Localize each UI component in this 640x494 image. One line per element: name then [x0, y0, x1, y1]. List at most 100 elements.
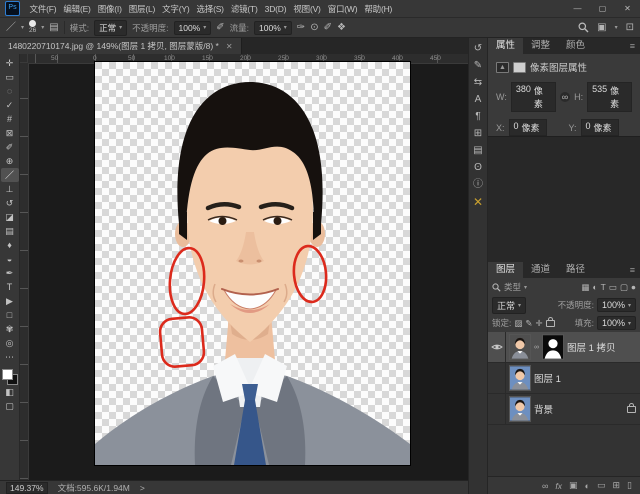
new-layer-icon[interactable]: ⊞: [613, 480, 621, 491]
panel-menu-icon[interactable]: ≡: [625, 38, 640, 54]
brush-settings-toggle-icon[interactable]: ▤: [49, 23, 58, 33]
menu-item-file[interactable]: 文件(F): [26, 3, 60, 15]
layer-style-icon[interactable]: fx: [555, 481, 562, 491]
layer-name[interactable]: 图层 1: [534, 371, 561, 385]
menu-item-help[interactable]: 帮助(H): [361, 3, 396, 15]
gradient-tool[interactable]: ▤: [1, 224, 19, 238]
new-group-icon[interactable]: ▭: [597, 480, 606, 491]
tab-properties[interactable]: 属性: [488, 38, 523, 54]
chevron-down-icon[interactable]: ▾: [21, 24, 24, 31]
clone-source-panel-icon[interactable]: ⇆: [474, 77, 482, 89]
paragraph-panel-icon[interactable]: ¶: [475, 111, 480, 123]
menu-item-3d[interactable]: 3D(D): [261, 4, 290, 14]
info-panel-icon[interactable]: ⓘ: [473, 179, 483, 191]
menu-item-layer[interactable]: 图层(L): [125, 3, 158, 15]
delete-layer-icon[interactable]: ▯: [627, 480, 632, 491]
mask-link-icon[interactable]: ∞: [534, 344, 539, 351]
layer-thumbnail[interactable]: [510, 397, 530, 421]
brush-angle-icon[interactable]: ⊙: [310, 23, 318, 33]
menu-item-edit[interactable]: 编辑(E): [60, 3, 94, 15]
panel-menu-icon[interactable]: ≡: [625, 262, 640, 278]
spot-healing-brush-tool[interactable]: ⊕: [1, 154, 19, 168]
clone-stamp-tool[interactable]: ⊥: [1, 182, 19, 196]
y-field[interactable]: 0 像素: [581, 119, 619, 136]
quick-selection-tool[interactable]: ✓: [1, 98, 19, 112]
tab-channels[interactable]: 通道: [523, 262, 558, 278]
glyphs-panel-icon[interactable]: ⊞: [474, 128, 482, 140]
blur-tool[interactable]: ♦: [1, 238, 19, 252]
minimize-button[interactable]: —: [565, 0, 590, 17]
maximize-button[interactable]: ▢: [590, 0, 615, 17]
menu-item-type[interactable]: 文字(Y): [159, 3, 193, 15]
document-tab[interactable]: 1480220710174.jpg @ 149%(图层 1 拷贝, 图层蒙版/8…: [0, 38, 242, 54]
lock-position-icon[interactable]: ✛: [536, 318, 543, 329]
layer-thumbnail[interactable]: [510, 335, 530, 359]
eyedropper-tool[interactable]: ✐: [1, 140, 19, 154]
close-icon[interactable]: ✕: [226, 42, 233, 51]
close-button[interactable]: ✕: [615, 0, 640, 17]
visibility-cell[interactable]: [488, 394, 506, 424]
layer-row-layer1[interactable]: 图层 1: [488, 363, 640, 394]
width-field[interactable]: 380 像素: [511, 82, 556, 112]
pressure-size-icon[interactable]: ✐: [324, 23, 332, 33]
height-field[interactable]: 535 像素: [587, 82, 632, 112]
libraries-panel-icon[interactable]: ▤: [473, 145, 482, 157]
rectangular-marquee-tool[interactable]: ▭: [1, 70, 19, 84]
menu-item-view[interactable]: 视图(V): [290, 3, 324, 15]
gold-x-plugin-icon[interactable]: ✕: [473, 196, 483, 208]
layer-thumbnail[interactable]: [510, 366, 530, 390]
crop-tool[interactable]: #: [1, 112, 19, 126]
layer-mask-thumbnail[interactable]: [543, 335, 563, 359]
menu-item-filter[interactable]: 滤镜(T): [227, 3, 261, 15]
tab-adjustments[interactable]: 调整: [523, 38, 558, 54]
layer-blend-mode-select[interactable]: 正常 ▾: [492, 297, 526, 314]
symmetry-icon[interactable]: ❖: [337, 23, 346, 33]
lasso-tool[interactable]: ◌: [1, 84, 19, 98]
visibility-cell[interactable]: [488, 363, 506, 393]
color-swatches[interactable]: [2, 369, 18, 385]
brush-tool[interactable]: ／: [1, 168, 19, 182]
frame-tool[interactable]: ⊠: [1, 126, 19, 140]
menu-item-window[interactable]: 窗口(W): [324, 3, 361, 15]
filter-type-layers-icon[interactable]: T: [601, 282, 606, 292]
blend-mode-select[interactable]: 正常 ▾: [94, 20, 127, 36]
hand-tool[interactable]: ✾: [1, 322, 19, 336]
menu-item-select[interactable]: 选择(S): [193, 3, 227, 15]
menu-item-image[interactable]: 图像(I): [94, 3, 125, 15]
layer-name[interactable]: 图层 1 拷贝: [567, 340, 616, 354]
tab-paths[interactable]: 路径: [558, 262, 593, 278]
tab-layers[interactable]: 图层: [488, 262, 523, 278]
quick-mask-button[interactable]: ◧: [1, 385, 19, 399]
rectangle-tool[interactable]: □: [1, 308, 19, 322]
airbrush-icon[interactable]: ✑: [297, 23, 305, 33]
tab-color[interactable]: 颜色: [558, 38, 593, 54]
opacity-select[interactable]: 100% ▾: [174, 21, 212, 35]
layer-name[interactable]: 背景: [534, 402, 553, 416]
eraser-tool[interactable]: ◪: [1, 210, 19, 224]
mask-thumbnail-chip-icon[interactable]: [513, 62, 526, 73]
zoom-tool[interactable]: ◎: [1, 336, 19, 350]
canvas-area[interactable]: 50 0 50 100 150 200 250 300 350 400 450: [20, 54, 468, 480]
visibility-cell[interactable]: [488, 332, 506, 362]
share-icon[interactable]: ⊡: [626, 23, 634, 33]
history-panel-icon[interactable]: ↺: [474, 43, 482, 55]
brush-settings-panel-icon[interactable]: ✎: [474, 60, 482, 72]
filter-toggle-icon[interactable]: ●: [631, 282, 636, 292]
eye-icon[interactable]: [491, 343, 503, 351]
lock-image-pixels-icon[interactable]: ✎: [525, 318, 532, 329]
document-view[interactable]: [95, 62, 410, 465]
edit-toolbar-icon[interactable]: ⋯: [1, 350, 19, 364]
brush-preset-picker[interactable]: 26: [29, 20, 36, 35]
pressure-opacity-icon[interactable]: ✐: [216, 23, 224, 33]
fill-select[interactable]: 100% ▾: [597, 316, 636, 330]
workspace-switcher-icon[interactable]: ▣: [597, 23, 606, 33]
history-brush-tool[interactable]: ↺: [1, 196, 19, 210]
foreground-color-swatch[interactable]: [2, 369, 13, 380]
chevron-down-icon[interactable]: ▾: [41, 24, 44, 31]
status-expand-arrow[interactable]: >: [140, 483, 145, 493]
pen-tool[interactable]: ✒: [1, 266, 19, 280]
learn-panel-icon[interactable]: ʘ: [474, 162, 482, 174]
layer-row-background[interactable]: 背景: [488, 394, 640, 425]
screen-mode-button[interactable]: ▢: [1, 399, 19, 413]
horizontal-type-tool[interactable]: T: [1, 280, 19, 294]
